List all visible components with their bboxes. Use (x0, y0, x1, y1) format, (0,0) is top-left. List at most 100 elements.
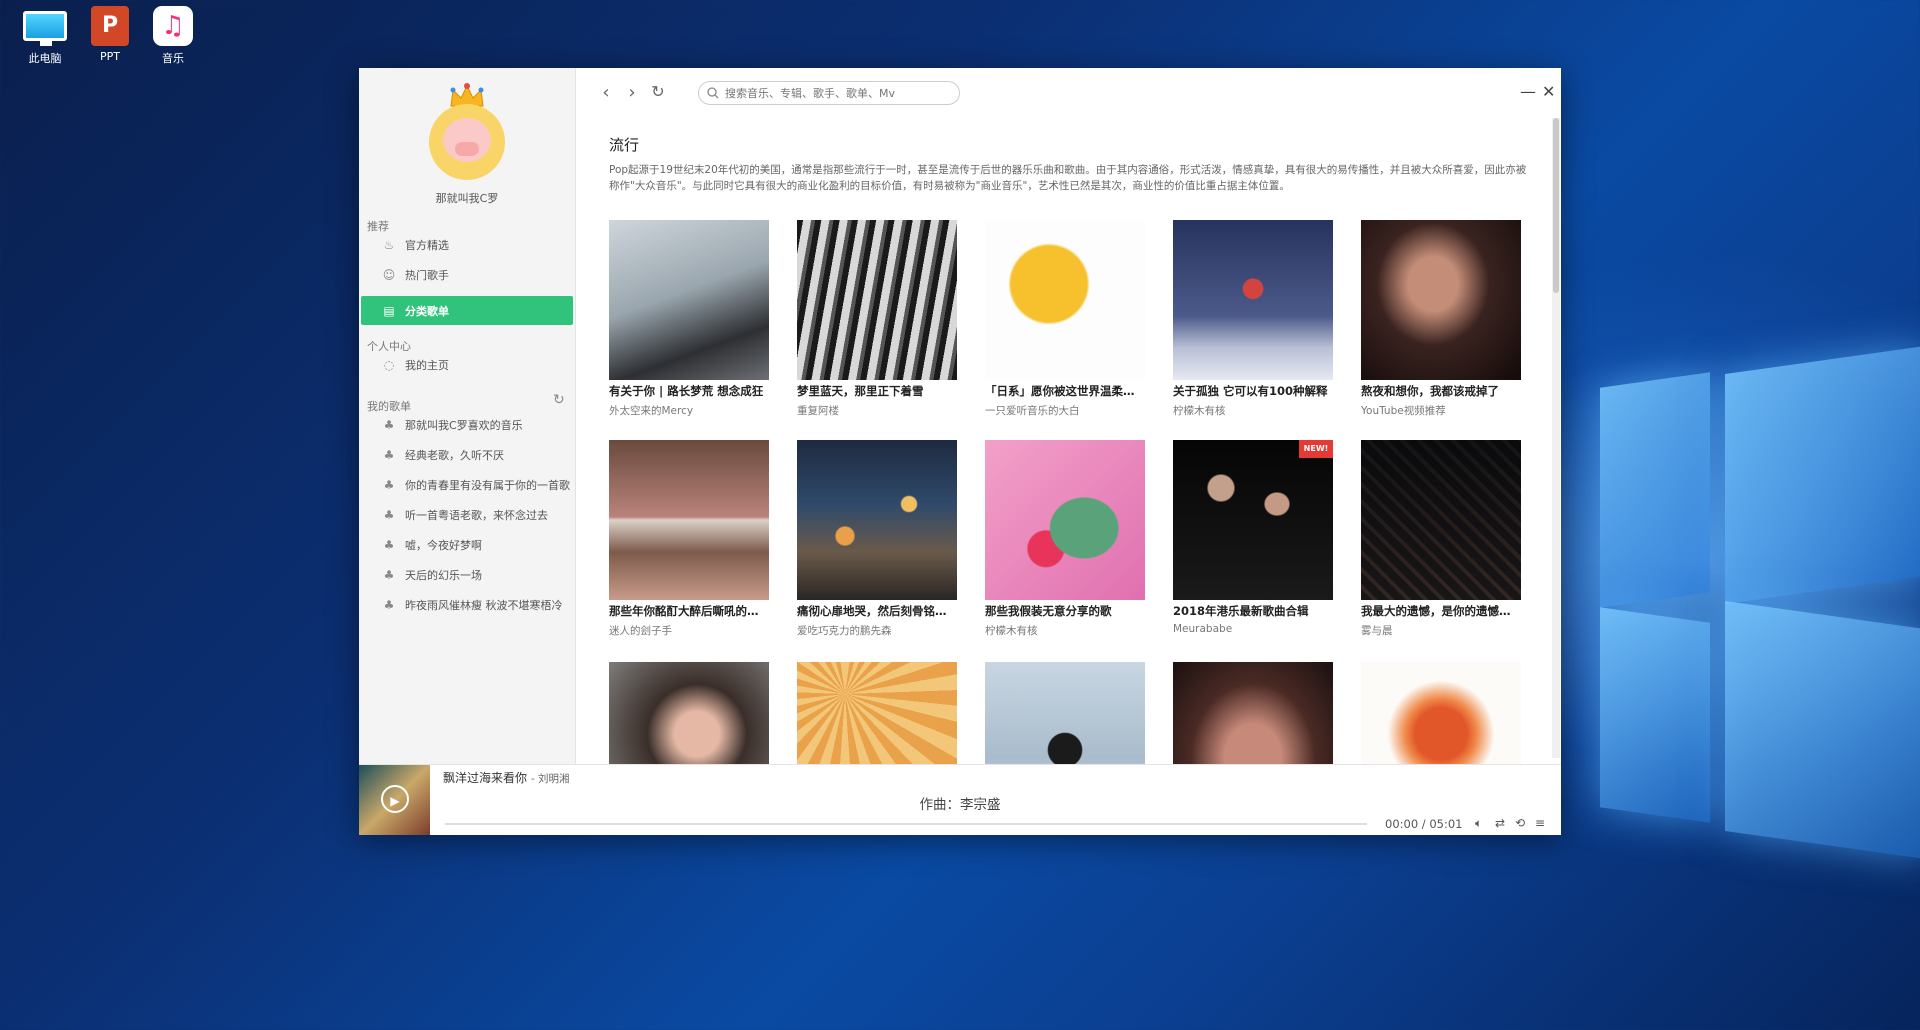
palm-tree-icon: ♣ (383, 448, 395, 462)
playlist-title: 关于孤独 它可以有100种解释 (1173, 384, 1328, 398)
sidebar-playlist-item[interactable]: ♣ 那就叫我C罗喜欢的音乐 (361, 410, 573, 440)
sidebar-item-label: 经典老歌，久听不厌 (405, 449, 504, 462)
palm-tree-icon: ♣ (383, 508, 395, 522)
playlist-card[interactable]: NEW! 2018年港乐最新歌曲合辑 Meurababe (1173, 440, 1333, 635)
playlist-card[interactable] (1173, 662, 1333, 764)
category-description: Pop起源于19世纪末20年代初的美国，通常是指那些流行于一时，甚至是流传于后世… (609, 164, 1527, 192)
playlist-card[interactable]: 熬夜和想你，我都该戒掉了 YouTube视频推荐 (1361, 220, 1521, 418)
playlist-author: 雾与晨 (1361, 625, 1393, 637)
sidebar-playlist-item[interactable]: ♣ 昨夜雨风催林瘦 秋波不堪寒梧冷 (361, 590, 573, 620)
playlist-cover-image (797, 662, 957, 764)
playlist-cover-image: NEW! (1173, 440, 1333, 600)
playlist-cover-image (985, 220, 1145, 380)
scrollbar-thumb[interactable] (1553, 118, 1559, 293)
desktop-icon-music[interactable]: ♫ 音乐 (141, 6, 205, 66)
sidebar-item-label: 热门歌手 (405, 269, 449, 282)
sidebar-item-category-playlists[interactable]: ▤ 分类歌单 (361, 296, 573, 325)
playlist-title: 痛彻心扉地哭，然后刻骨铭心地爱 (797, 604, 957, 618)
sidebar-item-label: 嘘，今夜好梦啊 (405, 539, 482, 552)
playlist-title: 「日系」愿你被这世界温柔以待 (985, 384, 1145, 398)
playlist-author: 一只爱听音乐的大白 (985, 405, 1080, 417)
desktop-icon-this-pc[interactable]: 此电脑 (13, 6, 77, 66)
sidebar-playlist-item[interactable]: ♣ 天后的幻乐一场 (361, 560, 573, 590)
volume-button[interactable]: 🔈︎ (1475, 816, 1482, 831)
playlist-card[interactable] (985, 662, 1145, 764)
close-button[interactable]: ✕ (1542, 82, 1555, 101)
book-icon: ▤ (383, 303, 395, 318)
playlist-card[interactable] (1361, 662, 1521, 764)
user-avatar[interactable] (427, 82, 507, 180)
username[interactable]: 那就叫我C罗 (359, 190, 575, 206)
search-input[interactable] (723, 85, 947, 101)
flame-icon: ♨ (383, 238, 395, 252)
palm-tree-icon: ♣ (383, 418, 395, 432)
playlist-author: 外太空来的Mercy (609, 405, 694, 417)
forward-button[interactable]: › (622, 82, 642, 103)
desktop-icon-ppt[interactable]: P PPT (78, 6, 142, 63)
playlist-author: 柠檬木有核 (1173, 405, 1226, 417)
playlist-card[interactable]: 关于孤独 它可以有100种解释 柠檬木有核 (1173, 220, 1333, 418)
palm-tree-icon: ♣ (383, 598, 395, 612)
playlist-card[interactable]: 有关于你 | 路长梦荒 想念成狂 外太空来的Mercy (609, 220, 769, 418)
sidebar-playlist-item[interactable]: ♣ 听一首粤语老歌，来怀念过去 (361, 500, 573, 530)
minimize-button[interactable]: — (1520, 82, 1536, 101)
desktop-icon-label: PPT (100, 50, 120, 63)
song-artist: - 刘明湘 (530, 773, 570, 785)
windows-logo-wallpaper (1560, 345, 1920, 860)
playlist-cover-image (985, 440, 1145, 600)
category-title: 流行 (609, 136, 640, 154)
content-scrollbar[interactable] (1552, 118, 1560, 758)
reload-button[interactable]: ↻ (648, 82, 668, 101)
list-icon: ≡ (1535, 816, 1546, 830)
speaker-icon: 🔈︎ (1475, 816, 1483, 830)
player-bar: ▶ 飘洋过海来看你 - 刘明湘 作曲：李宗盛 00:00 / 05:01 🔈︎ … (359, 764, 1561, 835)
sidebar-item-hot-singers[interactable]: ☺ 热门歌手 (361, 260, 573, 290)
playlist-card[interactable]: 那些我假装无意分享的歌 柠檬木有核 (985, 440, 1145, 638)
refresh-playlists-icon[interactable]: ↻ (553, 392, 565, 408)
sidebar-playlist-item[interactable]: ♣ 你的青春里有没有属于你的一首歌 (361, 470, 573, 500)
playlist-cover-image (609, 220, 769, 380)
desktop-icon-label: 此电脑 (28, 52, 62, 65)
desktop-icon-label: 音乐 (162, 52, 184, 65)
sidebar-item-label: 天后的幻乐一场 (405, 569, 482, 582)
sidebar-item-label: 昨夜雨风催林瘦 秋波不堪寒梧冷 (405, 599, 563, 612)
playlist-card[interactable]: 「日系」愿你被这世界温柔以待 一只爱听音乐的大白 (985, 220, 1145, 418)
top-toolbar: ‹ › ↻ — ✕ (576, 68, 1561, 118)
playlist-title: 那些我假装无意分享的歌 (985, 604, 1112, 618)
playlist-author: Meurababe (1173, 623, 1233, 635)
playlist-cover-image (797, 220, 957, 380)
sidebar-item-my-home[interactable]: ◌ 我的主页 (361, 350, 573, 380)
playlist-title: 那些年你酩酊大醉后嘶吼的粤语歌 (609, 604, 769, 618)
person-icon: ☺ (382, 268, 396, 282)
pig-avatar-image (429, 104, 505, 180)
playlist-cover-image (1361, 220, 1521, 380)
sidebar-playlist-item[interactable]: ♣ 经典老歌，久听不厌 (361, 440, 573, 470)
playlist-author: 爱吃巧克力的鹏先森 (797, 625, 892, 637)
sidebar-item-label: 我的主页 (405, 359, 449, 372)
sidebar-item-label: 分类歌单 (405, 304, 449, 318)
progress-bar[interactable] (445, 823, 1367, 825)
search-icon (707, 87, 719, 99)
playlist-queue-button[interactable]: ≡ (1535, 816, 1545, 830)
chevron-left-icon: ‹ (602, 82, 610, 103)
playlist-title: 梦里蓝天，那里正下着雪 (797, 384, 924, 398)
playlist-card[interactable]: 我最大的遗憾，是你的遗憾与我有关 雾与晨 (1361, 440, 1521, 638)
playlist-card[interactable] (609, 662, 769, 764)
playlist-author: 重复阿楼 (797, 405, 839, 417)
sidebar-item-official-picks[interactable]: ♨ 官方精选 (361, 230, 573, 260)
playlist-author: 迷人的刽子手 (609, 625, 672, 637)
playlist-cover-image (1173, 662, 1333, 764)
playlist-card[interactable]: 痛彻心扉地哭，然后刻骨铭心地爱 爱吃巧克力的鹏先森 (797, 440, 957, 638)
playlist-card[interactable]: 梦里蓝天，那里正下着雪 重复阿楼 (797, 220, 957, 418)
now-playing-info: 飘洋过海来看你 - 刘明湘 (443, 769, 569, 786)
reload-icon: ↻ (651, 82, 665, 101)
repeat-button[interactable]: ⟲ (1515, 816, 1525, 830)
back-button[interactable]: ‹ (596, 82, 616, 103)
playlist-card[interactable]: 那些年你酩酊大醉后嘶吼的粤语歌 迷人的刽子手 (609, 440, 769, 638)
close-icon: ✕ (1542, 82, 1556, 101)
chevron-right-icon: › (628, 82, 636, 103)
sidebar-playlist-item[interactable]: ♣ 嘘，今夜好梦啊 (361, 530, 573, 560)
shuffle-button[interactable]: ⇄ (1495, 816, 1505, 830)
playlist-card[interactable] (797, 662, 957, 764)
playlist-title: 2018年港乐最新歌曲合辑 (1173, 604, 1309, 618)
